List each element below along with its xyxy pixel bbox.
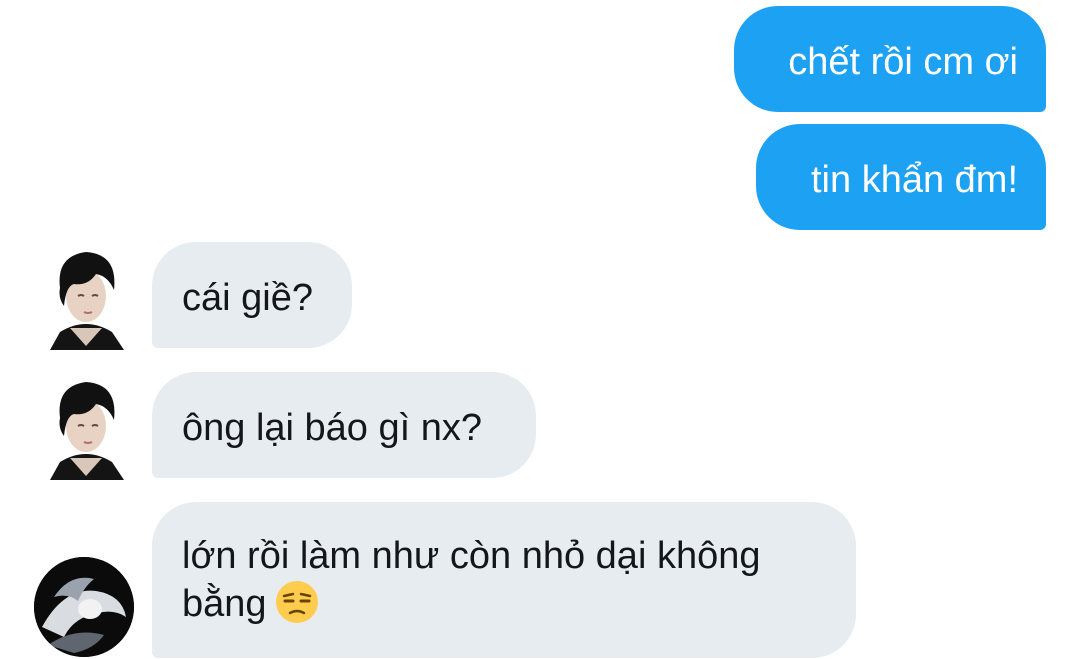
sent-message-bubble[interactable]: tin khẩn đm! xyxy=(756,124,1046,230)
avatar[interactable] xyxy=(48,376,124,480)
received-message-bubble[interactable]: lớn rồi làm như còn nhỏ dại không bằng xyxy=(152,502,856,658)
person-avatar-icon xyxy=(50,252,124,350)
message-text: tin khẩn đm! xyxy=(811,159,1018,201)
received-message-bubble[interactable]: ông lại báo gì nx? xyxy=(152,372,536,478)
message-text: lớn rồi làm như còn nhỏ dại không bằng xyxy=(182,535,761,625)
sent-message-bubble[interactable]: chết rồi cm ơi xyxy=(734,6,1046,112)
message-text: cái giề? xyxy=(182,277,313,319)
person-avatar-icon xyxy=(50,382,124,480)
unamused-face-emoji xyxy=(275,581,318,623)
message-text: ông lại báo gì nx? xyxy=(182,407,483,449)
message-text: chết rồi cm ơi xyxy=(788,41,1018,83)
received-message-bubble[interactable]: cái giề? xyxy=(152,242,352,348)
avatar[interactable] xyxy=(34,557,134,657)
avatar[interactable] xyxy=(48,246,124,350)
person-avatar-icon xyxy=(34,557,134,657)
